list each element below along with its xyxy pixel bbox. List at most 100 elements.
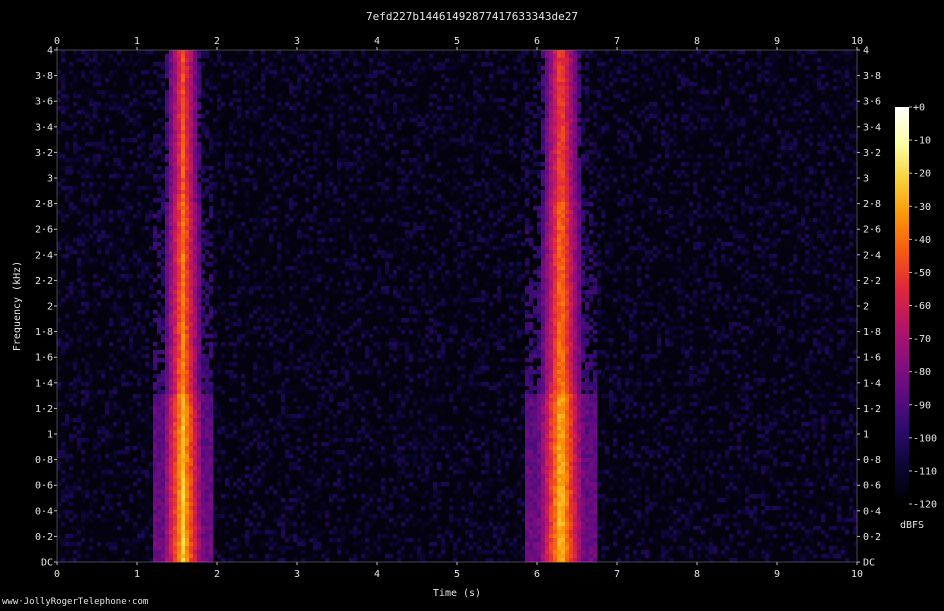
heatmap-cell [357,274,362,279]
heatmap-cell [197,406,202,411]
heatmap-cell [153,550,158,555]
heatmap-cell [177,222,182,227]
heatmap-cell [101,138,106,143]
heatmap-cell [305,90,310,95]
heatmap-cell [301,550,306,555]
heatmap-cell [125,62,130,67]
heatmap-cell [165,254,170,259]
heatmap-cell [61,446,66,451]
heatmap-cell [265,58,270,63]
heatmap-cell [141,102,146,107]
heatmap-cell [169,398,174,403]
heatmap-cell [189,462,194,467]
heatmap-cell [357,214,362,219]
heatmap-cell [205,230,210,235]
heatmap-cell [169,546,174,551]
heatmap-cell [85,254,90,259]
heatmap-cell [149,434,154,439]
heatmap-cell [117,382,122,387]
heatmap-cell [217,346,222,351]
heatmap-cell [337,426,342,431]
heatmap-cell [305,190,310,195]
heatmap-cell [197,414,202,419]
heatmap-cell [301,354,306,359]
heatmap-cell [173,118,178,123]
heatmap-cell [209,274,214,279]
heatmap-cell [121,486,126,491]
heatmap-cell [213,122,218,127]
heatmap-cell [157,234,162,239]
heatmap-cell [189,102,194,107]
heatmap-cell [317,486,322,491]
heatmap-cell [297,410,302,415]
heatmap-cell [189,254,194,259]
heatmap-cell [213,414,218,419]
heatmap-cell [169,490,174,495]
heatmap-cell [121,154,126,159]
heatmap-cell [257,434,262,439]
heatmap-cell [97,66,102,71]
heatmap-cell [77,378,82,383]
heatmap-cell [257,342,262,347]
heatmap-cell [117,198,122,203]
heatmap-cell [281,506,286,511]
heatmap-cell [137,186,142,191]
heatmap-cell [293,542,298,547]
heatmap-cell [233,362,238,367]
heatmap-cell [357,462,362,467]
heatmap-cell [193,538,198,543]
heatmap-cell [253,502,258,507]
heatmap-cell [233,210,238,215]
heatmap-cell [309,414,314,419]
heatmap-cell [189,306,194,311]
heatmap-cell [177,258,182,263]
heatmap-cell [137,274,142,279]
heatmap-cell [141,162,146,167]
heatmap-cell [197,262,202,267]
heatmap-cell [101,162,106,167]
heatmap-cell [189,330,194,335]
heatmap-cell [365,454,370,459]
heatmap-cell [185,494,190,499]
heatmap-cell [365,482,370,487]
heatmap-cell [377,538,382,543]
heatmap-cell [365,238,370,243]
heatmap-cell [197,62,202,67]
heatmap-cell [205,342,210,347]
heatmap-cell [381,230,386,235]
heatmap-cell [285,214,290,219]
heatmap-cell [69,118,74,123]
heatmap-cell [337,450,342,455]
heatmap-cell [253,250,258,255]
heatmap-cell [213,150,218,155]
heatmap-cell [177,402,182,407]
heatmap-cell [133,350,138,355]
heatmap-cell [369,58,374,63]
heatmap-cell [213,118,218,123]
heatmap-cell [233,482,238,487]
heatmap-cell [305,386,310,391]
heatmap-cell [281,226,286,231]
heatmap-cell [169,246,174,251]
heatmap-cell [205,238,210,243]
heatmap-cell [177,478,182,483]
heatmap-cell [345,258,350,263]
heatmap-cell [305,362,310,367]
heatmap-cell [349,70,354,75]
heatmap-cell [277,218,282,223]
heatmap-cell [161,374,166,379]
heatmap-cell [245,298,250,303]
heatmap-cell [193,114,198,119]
heatmap-cell [169,194,174,199]
heatmap-cell [349,554,354,559]
heatmap-cell [177,410,182,415]
heatmap-cell [133,354,138,359]
heatmap-cell [177,438,182,443]
heatmap-cell [181,50,186,55]
heatmap-cell [181,434,186,439]
heatmap-cell [101,214,106,219]
heatmap-cell [229,230,234,235]
heatmap-cell [173,170,178,175]
heatmap-cell [181,266,186,271]
heatmap-cell [173,394,178,399]
